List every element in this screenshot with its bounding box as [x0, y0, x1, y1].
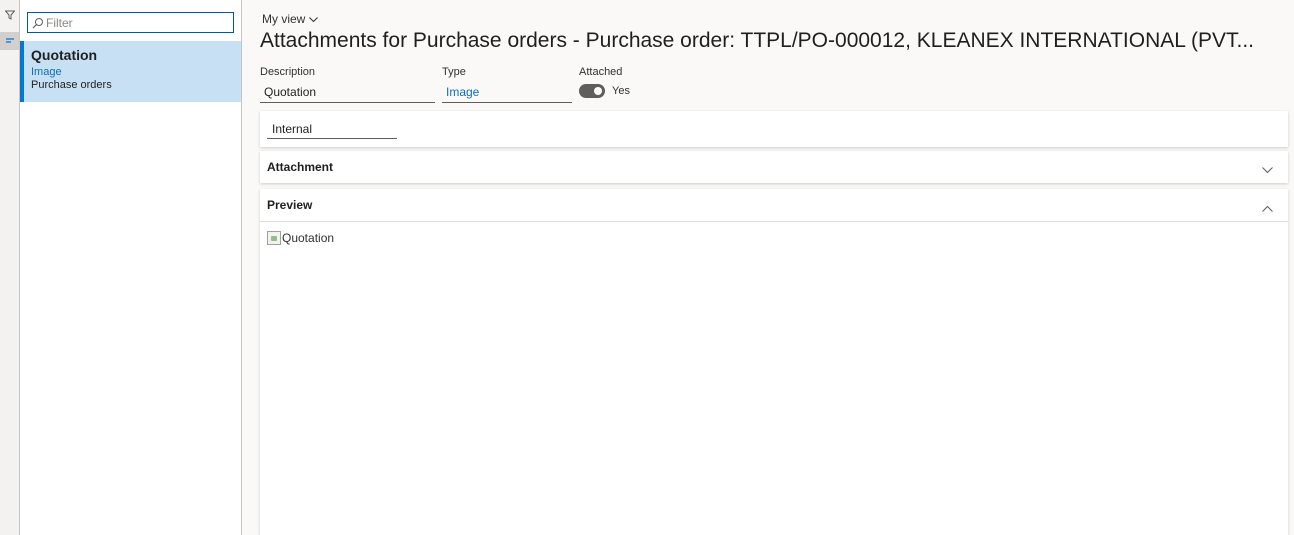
attachment-section[interactable]: Attachment: [260, 151, 1288, 183]
description-label: Description: [260, 66, 316, 78]
filter-box[interactable]: [27, 12, 234, 33]
restriction-field[interactable]: Internal: [267, 121, 397, 139]
attached-value: Yes: [612, 85, 630, 97]
list-icon[interactable]: [0, 32, 19, 50]
list-pane: Quotation Image Purchase orders: [20, 0, 242, 535]
left-rail: [0, 0, 20, 535]
filter-input[interactable]: [46, 15, 230, 30]
attached-field: Attached Yes: [579, 65, 659, 98]
main-content: My view Attachments for Purchase orders …: [242, 0, 1294, 535]
preview-image-alt: Quotation: [282, 231, 335, 245]
preview-image: Quotation: [267, 231, 334, 245]
chevron-up-icon[interactable]: [1262, 199, 1273, 217]
list-item-title: Quotation: [31, 47, 98, 63]
description-input[interactable]: Quotation: [260, 84, 435, 103]
search-icon: [32, 16, 44, 34]
attached-toggle[interactable]: [579, 84, 605, 98]
preview-section-header[interactable]: Preview: [267, 198, 312, 212]
type-label: Type: [442, 66, 466, 78]
filter-icon[interactable]: [0, 6, 19, 24]
attached-label: Attached: [579, 66, 623, 78]
app-window: Quotation Image Purchase orders My view …: [0, 0, 1294, 535]
my-view-button[interactable]: My view: [262, 12, 319, 26]
preview-section: Preview Quotation: [260, 189, 1288, 535]
my-view-label: My view: [262, 12, 306, 26]
chevron-down-icon: [309, 12, 319, 26]
list-item-subtitle: Purchase orders: [31, 79, 112, 91]
type-field: Type Image: [442, 65, 572, 103]
broken-image-icon: [267, 231, 281, 245]
divider: [260, 221, 1288, 222]
type-link[interactable]: Image: [442, 84, 572, 103]
page-title: Attachments for Purchase orders - Purcha…: [260, 29, 1254, 52]
description-field: Description Quotation: [260, 65, 435, 103]
attachment-section-header: Attachment: [267, 160, 334, 174]
list-item[interactable]: Quotation Image Purchase orders: [20, 41, 241, 102]
chevron-down-icon[interactable]: [1262, 161, 1273, 179]
list-item-type: Image: [31, 66, 62, 78]
restriction-card: Internal: [260, 111, 1288, 147]
